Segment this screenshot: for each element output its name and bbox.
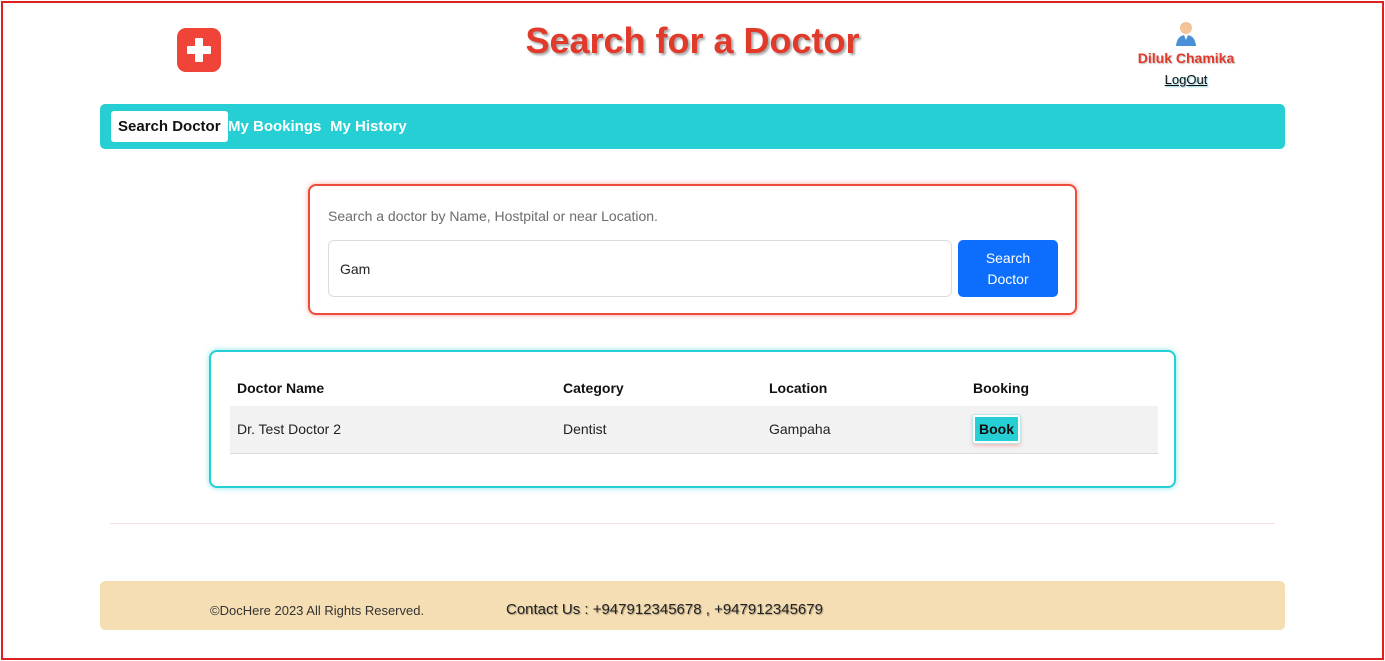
location-cell: Gampaha [762, 406, 966, 454]
tab-my-bookings[interactable]: My Bookings [221, 111, 328, 142]
book-button[interactable]: Book [972, 414, 1021, 445]
footer: ©DocHere 2023 All Rights Reserved. Conta… [100, 581, 1285, 630]
column-header-booking: Booking [973, 380, 1029, 396]
search-hint: Search a doctor by Name, Hostpital or ne… [328, 208, 658, 224]
tab-search-doctor[interactable]: Search Doctor [111, 111, 228, 142]
logout-link[interactable]: LogOut [1165, 72, 1208, 87]
column-header-category: Category [563, 380, 624, 396]
user-panel: Diluk Chamika LogOut [1120, 20, 1252, 89]
table-header-row: Doctor Name Category Location Booking [230, 370, 1158, 406]
column-header-location: Location [769, 380, 828, 396]
user-avatar-icon [1176, 22, 1196, 46]
copyright-text: ©DocHere 2023 All Rights Reserved. [210, 603, 425, 618]
search-input[interactable] [328, 240, 952, 297]
search-doctor-button[interactable]: Search Doctor [958, 240, 1058, 297]
column-header-doctor-name: Doctor Name [237, 380, 325, 396]
doctor-name-cell: Dr. Test Doctor 2 [230, 406, 556, 454]
search-panel: Search a doctor by Name, Hostpital or ne… [308, 184, 1077, 315]
table-row: Dr. Test Doctor 2 Dentist Gampaha Book [230, 406, 1158, 454]
main-nav: Search Doctor My Bookings My History [100, 104, 1285, 149]
contact-text: Contact Us : +947912345678 , +9479123456… [506, 601, 823, 618]
user-name: Diluk Chamika [1137, 50, 1235, 66]
tab-my-history[interactable]: My History [323, 111, 414, 142]
divider [110, 523, 1275, 524]
results-table: Doctor Name Category Location Booking Dr… [230, 370, 1158, 454]
results-panel: Doctor Name Category Location Booking Dr… [209, 350, 1176, 488]
page-frame [1, 1, 1384, 660]
booking-cell: Book [966, 406, 1158, 454]
category-cell: Dentist [556, 406, 762, 454]
